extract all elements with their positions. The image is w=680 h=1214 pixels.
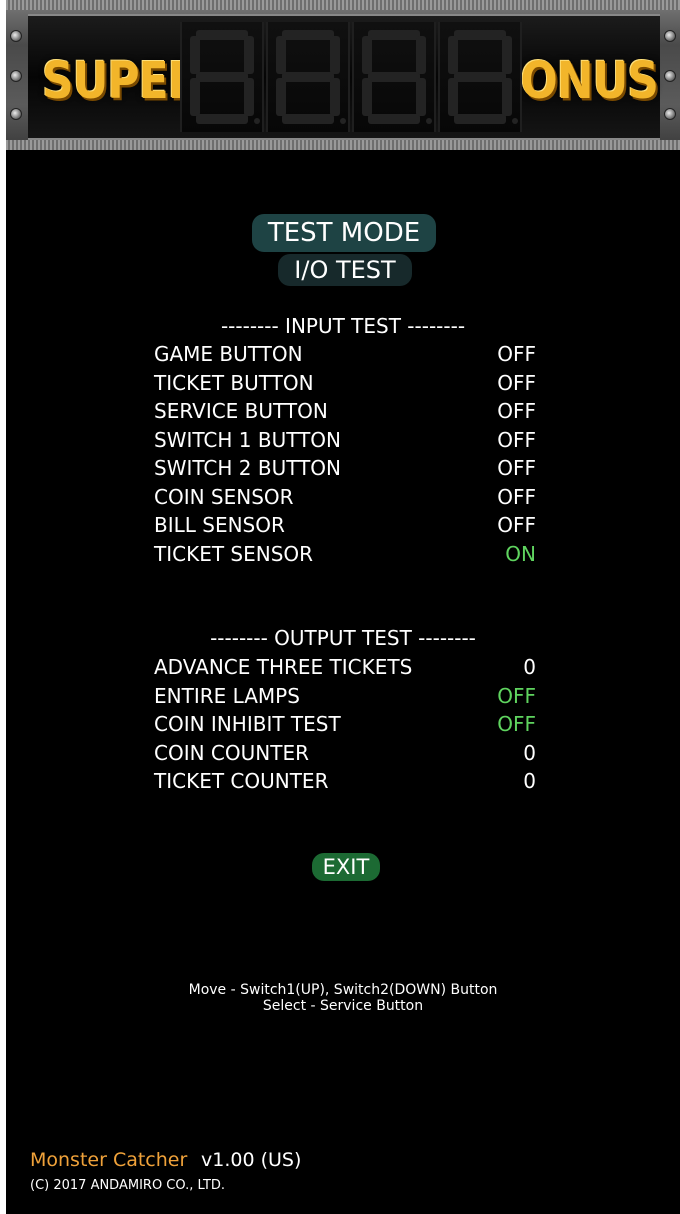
input-test-row[interactable]: SWITCH 2 BUTTON OFF xyxy=(154,456,536,484)
output-test-label: COIN INHIBIT TEST xyxy=(154,712,341,736)
bolt-icon xyxy=(10,30,22,42)
input-test-status: OFF xyxy=(497,513,536,537)
digit-segment xyxy=(448,36,458,74)
output-test-row[interactable]: COIN INHIBIT TEST OFF xyxy=(154,712,536,740)
output-test-label: ADVANCE THREE TICKETS xyxy=(154,655,413,679)
output-test-status: OFF xyxy=(497,712,536,736)
digit-segment xyxy=(244,78,254,116)
output-test-label: ENTIRE LAMPS xyxy=(154,683,300,708)
digit-segment xyxy=(196,114,248,124)
digit-segment xyxy=(502,36,512,74)
digit-segment xyxy=(362,78,372,116)
input-test-status: OFF xyxy=(497,370,536,395)
digit-segment xyxy=(190,36,200,74)
move-hint: Move - Switch1(UP), Switch2(DOWN) Button xyxy=(188,982,498,998)
digit-dot xyxy=(426,118,432,124)
digit-cell xyxy=(438,22,522,132)
input-test-row[interactable]: COIN SENSOR OFF xyxy=(154,485,536,513)
digit-segment xyxy=(196,72,248,82)
input-test-label: COIN SENSOR xyxy=(154,484,294,509)
input-test-row[interactable]: TICKET BUTTON OFF xyxy=(154,371,536,399)
output-test-label: TICKET COUNTER xyxy=(154,769,329,793)
digit-segment xyxy=(416,78,426,116)
digit-segment xyxy=(362,36,372,74)
output-test-row[interactable]: ADVANCE THREE TICKETS 0 xyxy=(154,655,536,683)
bolt-icon xyxy=(664,108,676,120)
input-test-status: OFF xyxy=(497,456,536,480)
marquee-bottom-trim xyxy=(6,140,680,150)
digit-segment xyxy=(276,78,286,116)
output-test-status: 0 xyxy=(523,655,536,679)
bolt-icon xyxy=(664,70,676,82)
output-test-label: COIN COUNTER xyxy=(154,740,309,765)
input-test-status: ON xyxy=(505,541,536,566)
digit-segment xyxy=(454,114,506,124)
marquee-panel: SUPER BONUS xyxy=(28,14,660,140)
output-test-status: OFF xyxy=(497,683,536,708)
digit-dot xyxy=(254,118,260,124)
digit-cell xyxy=(180,22,264,132)
input-test-row[interactable]: GAME BUTTON OFF xyxy=(154,342,536,370)
digit-segment xyxy=(282,30,334,40)
copyright-notice: (C) 2017 ANDAMIRO CO., LTD. xyxy=(30,1178,226,1193)
input-test-label: TICKET BUTTON xyxy=(154,370,314,395)
exit-button[interactable]: EXIT xyxy=(312,853,380,881)
digit-dot xyxy=(512,118,518,124)
input-test-status: OFF xyxy=(497,399,536,423)
digit-segment xyxy=(368,114,420,124)
input-test-heading: -------- INPUT TEST -------- xyxy=(220,314,466,338)
input-test-row[interactable]: SERVICE BUTTON OFF xyxy=(154,399,536,427)
digit-segment xyxy=(454,30,506,40)
digit-segment xyxy=(448,78,458,116)
input-test-label: SWITCH 1 BUTTON xyxy=(154,427,342,452)
digit-segment xyxy=(282,114,334,124)
digit-segment xyxy=(454,72,506,82)
digit-segment xyxy=(368,30,420,40)
digit-cell xyxy=(352,22,436,132)
bolt-icon xyxy=(10,70,22,82)
io-test-subtitle: I/O TEST xyxy=(278,254,412,286)
digit-segment xyxy=(190,78,200,116)
input-test-label: SWITCH 2 BUTTON xyxy=(154,456,342,480)
digit-segment xyxy=(330,78,340,116)
digit-dot xyxy=(340,118,346,124)
bolt-icon xyxy=(10,108,22,120)
input-test-label: GAME BUTTON xyxy=(154,342,303,366)
digit-segment xyxy=(282,72,334,82)
marquee-top-trim xyxy=(6,0,680,10)
select-hint: Select - Service Button xyxy=(262,998,424,1014)
digit-segment xyxy=(276,36,286,74)
input-test-row[interactable]: TICKET SENSOR ON xyxy=(154,542,536,570)
input-test-status: OFF xyxy=(497,484,536,509)
game-name: Monster Catcher xyxy=(30,1149,188,1171)
version-label: v1.00 (US) xyxy=(201,1149,302,1171)
output-test-row[interactable]: COIN COUNTER 0 xyxy=(154,741,536,769)
test-mode-title: TEST MODE xyxy=(252,214,436,252)
bolt-icon xyxy=(664,30,676,42)
digit-segment xyxy=(244,36,254,74)
output-test-row[interactable]: ENTIRE LAMPS OFF xyxy=(154,684,536,712)
digit-segment xyxy=(196,30,248,40)
input-test-row[interactable]: BILL SENSOR OFF xyxy=(154,513,536,541)
game-screen: SUPER BONUS TEST MODE I/O TEST -------- … xyxy=(6,0,680,1214)
input-test-label: BILL SENSOR xyxy=(154,513,285,537)
output-test-status: 0 xyxy=(523,769,536,793)
digit-segment xyxy=(502,78,512,116)
output-test-row[interactable]: TICKET COUNTER 0 xyxy=(154,769,536,797)
input-test-status: OFF xyxy=(497,427,536,452)
super-bonus-marquee: SUPER BONUS xyxy=(6,0,680,150)
output-test-status: 0 xyxy=(523,740,536,765)
output-test-heading: -------- OUTPUT TEST -------- xyxy=(210,626,476,650)
super-logo-text: SUPER xyxy=(42,52,202,111)
input-test-row[interactable]: SWITCH 1 BUTTON OFF xyxy=(154,428,536,456)
input-test-label: SERVICE BUTTON xyxy=(154,399,328,423)
digit-segment xyxy=(330,36,340,74)
digit-segment xyxy=(368,72,420,82)
input-test-label: TICKET SENSOR xyxy=(154,541,314,566)
input-test-status: OFF xyxy=(497,342,536,366)
digit-segment xyxy=(416,36,426,74)
digit-cell xyxy=(266,22,350,132)
